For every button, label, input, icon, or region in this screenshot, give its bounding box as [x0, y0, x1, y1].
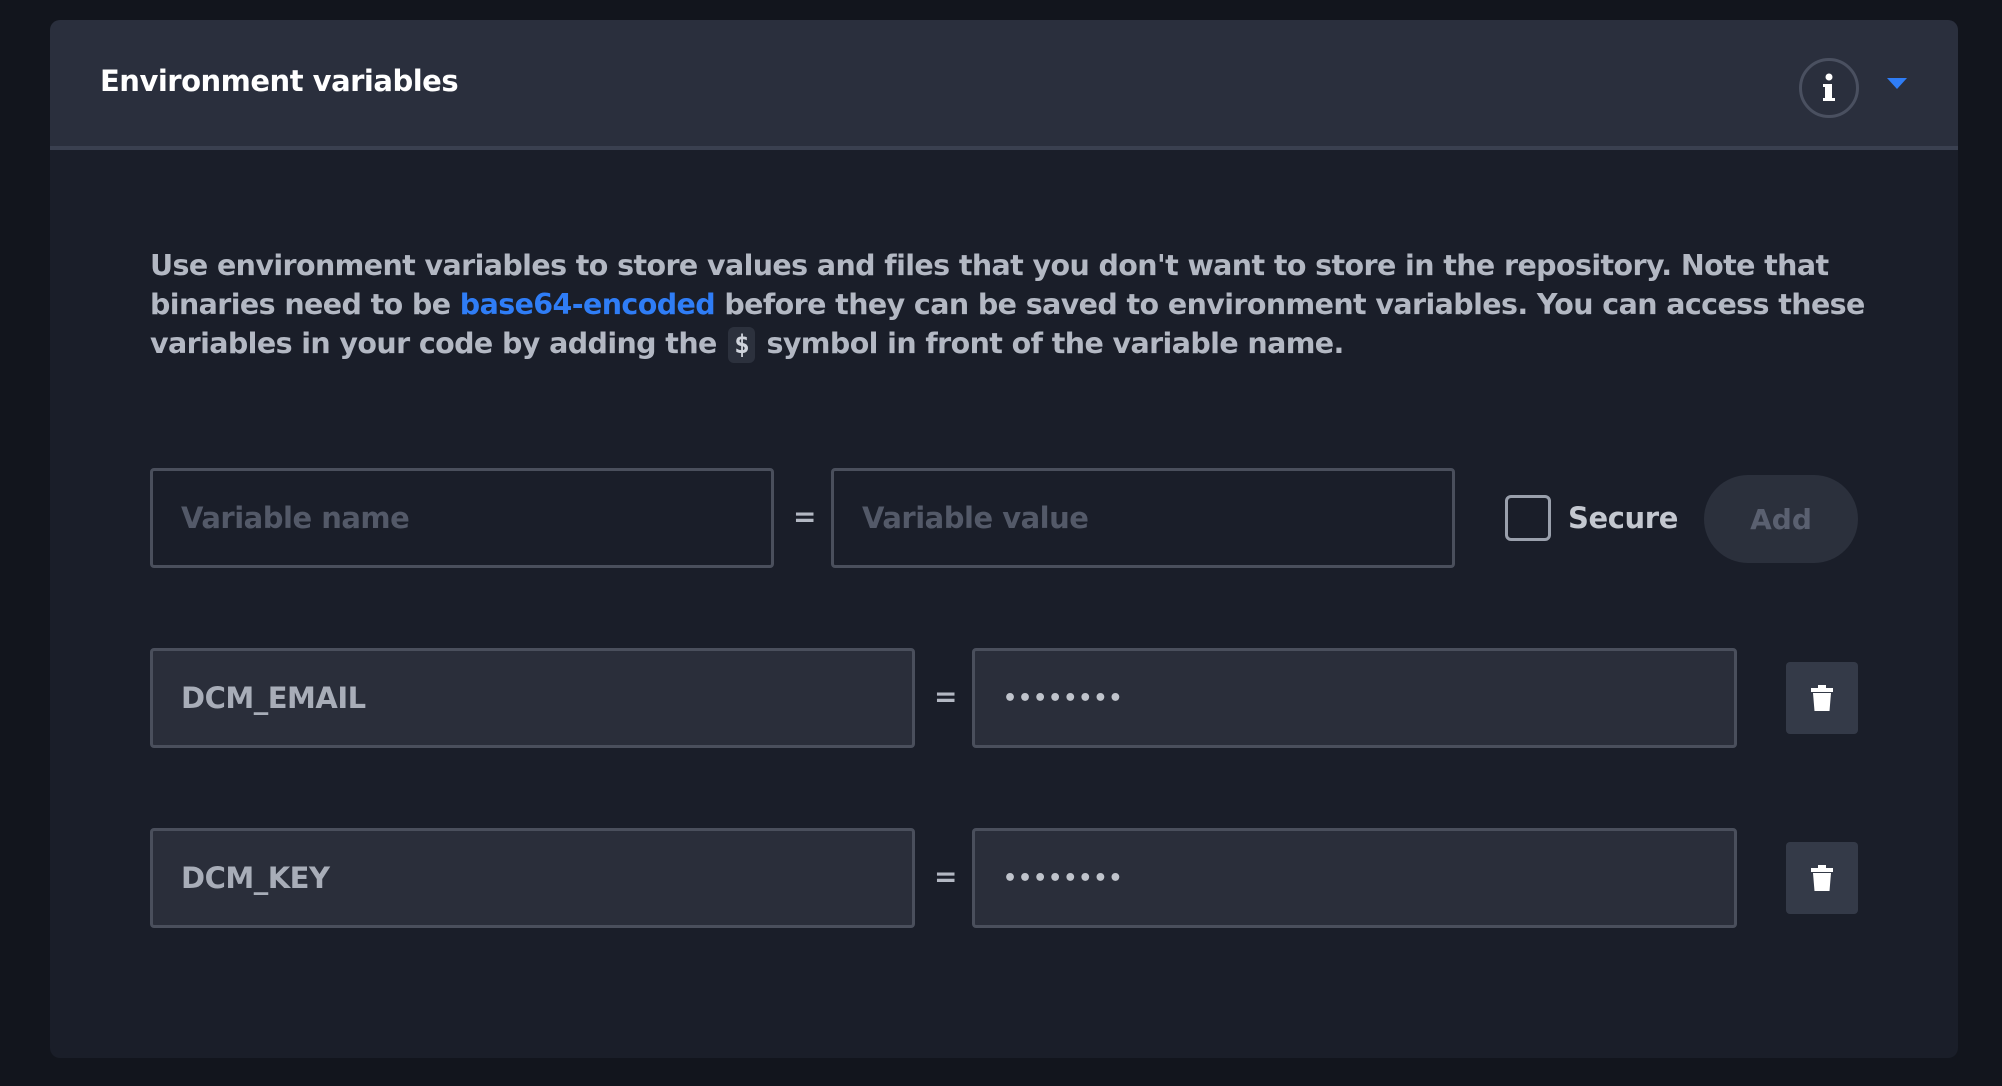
- base64-encoded-link[interactable]: base64-encoded: [460, 288, 716, 321]
- panel-header: Environment variables: [50, 20, 1958, 150]
- environment-variables-panel: Environment variables Use environment va…: [50, 20, 1958, 1058]
- description-part-3: symbol in front of the variable name.: [757, 327, 1344, 360]
- caret-down-icon: [1887, 78, 1907, 89]
- trash-icon: [1811, 865, 1833, 891]
- equals-sign: =: [934, 680, 958, 713]
- variable-value-input[interactable]: [831, 468, 1455, 568]
- info-button[interactable]: [1799, 58, 1859, 118]
- variable-value-field[interactable]: [972, 828, 1737, 928]
- variable-name-input[interactable]: [150, 468, 774, 568]
- delete-variable-button[interactable]: [1786, 842, 1858, 914]
- equals-sign: =: [934, 860, 958, 893]
- secure-label: Secure: [1568, 501, 1678, 535]
- description-text: Use environment variables to store value…: [150, 246, 1910, 363]
- info-icon: [1823, 73, 1835, 101]
- add-button[interactable]: Add: [1704, 475, 1858, 563]
- variable-name-field[interactable]: [150, 648, 915, 748]
- secure-checkbox[interactable]: [1505, 495, 1551, 541]
- panel-title: Environment variables: [100, 64, 459, 98]
- collapse-toggle[interactable]: [1882, 78, 1912, 102]
- trash-icon: [1811, 685, 1833, 711]
- delete-variable-button[interactable]: [1786, 662, 1858, 734]
- variable-value-field[interactable]: [972, 648, 1737, 748]
- equals-sign: =: [793, 500, 817, 533]
- variable-name-field[interactable]: [150, 828, 915, 928]
- dollar-symbol-code: $: [728, 327, 756, 363]
